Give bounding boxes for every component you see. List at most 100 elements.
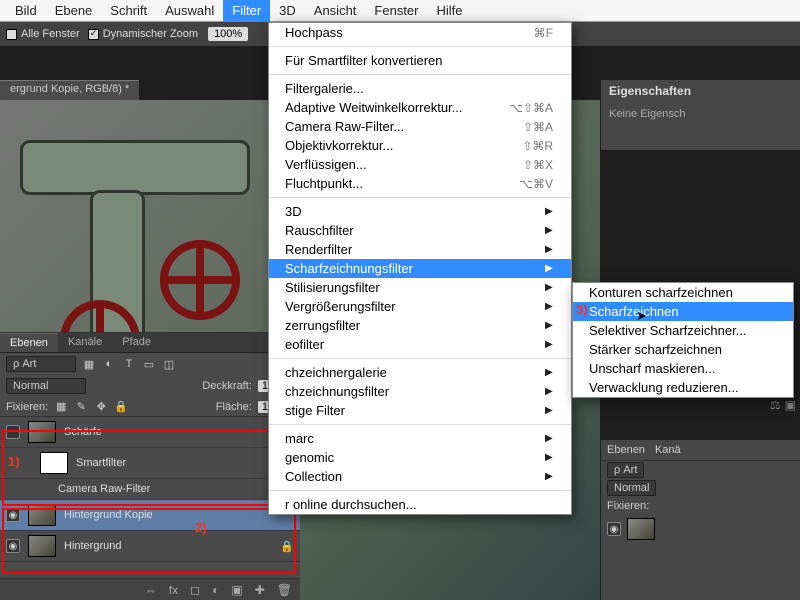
menubar: Bild Ebene Schrift Auswahl Filter 3D Ans… xyxy=(0,0,800,22)
smi-scharfzeichnen[interactable]: Scharfzeichnen xyxy=(573,302,793,321)
visibility-toggle[interactable]: ◉ xyxy=(6,508,20,522)
mi-3d[interactable]: 3D▶ xyxy=(269,202,571,221)
mi-zerrungsfilter[interactable]: zerrungsfilter▶ xyxy=(269,316,571,335)
dyn-zoom-label: Dynamischer Zoom xyxy=(103,28,198,40)
smi-unscharf[interactable]: Unscharf maskieren... xyxy=(573,359,793,378)
mi-scharfzeichnungsfilter[interactable]: Scharfzeichnungsfilter▶ xyxy=(269,259,571,278)
layer-hintergrund-kopie[interactable]: ◉ Hintergrund Kopie xyxy=(0,500,300,531)
mi-hochpass[interactable]: Hochpass⌘F xyxy=(269,23,571,42)
zoom-value[interactable]: 100% xyxy=(208,27,248,41)
properties-panel: Eigenschaften Keine Eigensch xyxy=(600,80,800,150)
mi-objektiv[interactable]: Objektivkorrektur...⇧⌘R xyxy=(269,136,571,155)
mi-stige[interactable]: stige Filter▶ xyxy=(269,401,571,420)
adjustment-icon[interactable]: ◐ xyxy=(212,583,219,597)
menu-ansicht[interactable]: Ansicht xyxy=(305,0,366,22)
layer-hintergrund[interactable]: ◉ Hintergrund 🔒 xyxy=(0,531,300,562)
menu-bild[interactable]: Bild xyxy=(6,0,46,22)
filter-smart-icon[interactable]: ◫ xyxy=(162,358,176,371)
lock-brush-icon[interactable]: ✎ xyxy=(74,400,88,413)
lock-all-icon[interactable]: 🔒 xyxy=(114,400,128,413)
mi-smartfilter-conv[interactable]: Für Smartfilter konvertieren xyxy=(269,51,571,70)
lock-pixels-icon[interactable]: ▦ xyxy=(54,400,68,413)
tab-pfade[interactable]: Pfade xyxy=(112,333,161,352)
layer-kind-select[interactable]: ρ Art xyxy=(6,356,76,372)
props-icon[interactable]: ▣ xyxy=(785,398,796,412)
mi-rauschfilter[interactable]: Rauschfilter▶ xyxy=(269,221,571,240)
rl-fix-label: Fixieren: xyxy=(607,500,649,512)
mask-icon[interactable]: ◻ xyxy=(190,583,200,597)
filter-menu: Hochpass⌘F Für Smartfilter konvertieren … xyxy=(268,22,572,515)
layer-thumb[interactable] xyxy=(28,421,56,443)
link-layers-icon[interactable]: ⇔ xyxy=(145,583,157,597)
fx-icon[interactable]: fx xyxy=(169,583,178,597)
filter-image-icon[interactable]: ▦ xyxy=(82,358,96,371)
lock-icon: 🔒 xyxy=(280,540,294,553)
rl-blend[interactable]: Normal xyxy=(607,480,656,496)
rl-kind[interactable]: ρ Art xyxy=(607,462,644,478)
smi-verwacklung[interactable]: Verwacklung reduzieren... xyxy=(573,378,793,397)
menu-schrift[interactable]: Schrift xyxy=(101,0,156,22)
smi-selektiv[interactable]: Selektiver Scharfzeichner... xyxy=(573,321,793,340)
mi-chzfilter[interactable]: chzeichnungsfilter▶ xyxy=(269,382,571,401)
right-layers-panel: Ebenen Kanä ρ Art Normal Fixieren: ◉ xyxy=(600,440,800,600)
doc-tab-row: ergrund Kopie, RGB/8) * xyxy=(0,80,139,100)
rl-eye-icon[interactable]: ◉ xyxy=(607,522,621,536)
mi-filtergalerie[interactable]: Filtergalerie... xyxy=(269,79,571,98)
mi-collection[interactable]: Collection▶ xyxy=(269,467,571,486)
mi-fluchtpunkt[interactable]: Fluchtpunkt...⌥⌘V xyxy=(269,174,571,193)
group-icon[interactable]: ▣ xyxy=(231,583,242,597)
filter-mask-thumb[interactable] xyxy=(40,452,68,474)
mi-stilisierung[interactable]: Stilisierungsfilter▶ xyxy=(269,278,571,297)
annotation-1: 1) xyxy=(8,454,20,469)
smi-staerker[interactable]: Stärker scharfzeichnen xyxy=(573,340,793,359)
alle-fenster-checkbox[interactable] xyxy=(6,29,17,40)
menu-hilfe[interactable]: Hilfe xyxy=(428,0,472,22)
scharfzeichnen-submenu: Konturen scharfzeichnen Scharfzeichnen S… xyxy=(572,282,794,398)
menu-3d[interactable]: 3D xyxy=(270,0,305,22)
mi-verfluessigen[interactable]: Verflüssigen...⇧⌘X xyxy=(269,155,571,174)
layer-schaerfe[interactable]: Schärfe ◉ xyxy=(0,417,300,448)
mi-vergroesserung[interactable]: Vergrößerungsfilter▶ xyxy=(269,297,571,316)
smi-konturen[interactable]: Konturen scharfzeichnen xyxy=(573,283,793,302)
trash-icon[interactable]: 🗑 xyxy=(277,583,292,597)
properties-tab[interactable]: Eigenschaften xyxy=(601,80,800,102)
properties-body: Keine Eigensch xyxy=(601,102,800,126)
visibility-toggle[interactable]: ◉ xyxy=(6,539,20,553)
mi-eofilter[interactable]: eofilter▶ xyxy=(269,335,571,354)
document-tab[interactable]: ergrund Kopie, RGB/8) * xyxy=(0,80,139,100)
menu-filter[interactable]: Filter xyxy=(223,0,270,22)
menu-ebene[interactable]: Ebene xyxy=(46,0,102,22)
layers-panel: Ebenen Kanäle Pfade ρ Art ▦ ◐ T ▭ ◫ Norm… xyxy=(0,332,300,600)
mi-browse-online[interactable]: r online durchsuchen... xyxy=(269,495,571,514)
mi-adaptive[interactable]: Adaptive Weitwinkelkorrektur...⌥⇧⌘A xyxy=(269,98,571,117)
deckkraft-label: Deckkraft: xyxy=(202,380,252,392)
blend-mode-select[interactable]: Normal xyxy=(6,378,86,394)
menu-auswahl[interactable]: Auswahl xyxy=(156,0,223,22)
lock-move-icon[interactable]: ✥ xyxy=(94,400,108,413)
dyn-zoom-checkbox[interactable] xyxy=(88,29,99,40)
filter-shape-icon[interactable]: ▭ xyxy=(142,358,156,371)
tab-ebenen[interactable]: Ebenen xyxy=(0,333,58,352)
mi-renderfilter[interactable]: Renderfilter▶ xyxy=(269,240,571,259)
layer-smartfilter[interactable]: Smartfilter xyxy=(0,448,300,479)
layer-cameraraw-filter[interactable]: Camera Raw-Filter xyxy=(0,479,300,500)
rl-tab-ebenen[interactable]: Ebenen xyxy=(607,444,645,456)
balance-icon[interactable]: ⚖ xyxy=(770,398,781,412)
flaeche-label: Fläche: xyxy=(216,401,252,413)
mi-cameraraw[interactable]: Camera Raw-Filter...⇧⌘A xyxy=(269,117,571,136)
filter-type-icon[interactable]: T xyxy=(122,358,136,370)
layer-list: Schärfe ◉ Smartfilter Camera Raw-Filter … xyxy=(0,417,300,562)
rl-tab-kanaele[interactable]: Kanä xyxy=(655,444,681,456)
mi-genomic[interactable]: genomic▶ xyxy=(269,448,571,467)
visibility-toggle[interactable] xyxy=(6,425,20,439)
layer-thumb[interactable] xyxy=(28,504,56,526)
mi-chzgalerie[interactable]: chzeichnergalerie▶ xyxy=(269,363,571,382)
layer-thumb[interactable] xyxy=(28,535,56,557)
new-layer-icon[interactable]: ✚ xyxy=(255,583,265,597)
filter-adjust-icon[interactable]: ◐ xyxy=(102,358,116,370)
mi-marc[interactable]: marc▶ xyxy=(269,429,571,448)
menu-fenster[interactable]: Fenster xyxy=(365,0,427,22)
alle-fenster-label: Alle Fenster xyxy=(21,28,80,40)
rl-layer-thumb[interactable] xyxy=(627,518,655,540)
tab-kanaele[interactable]: Kanäle xyxy=(58,333,112,352)
